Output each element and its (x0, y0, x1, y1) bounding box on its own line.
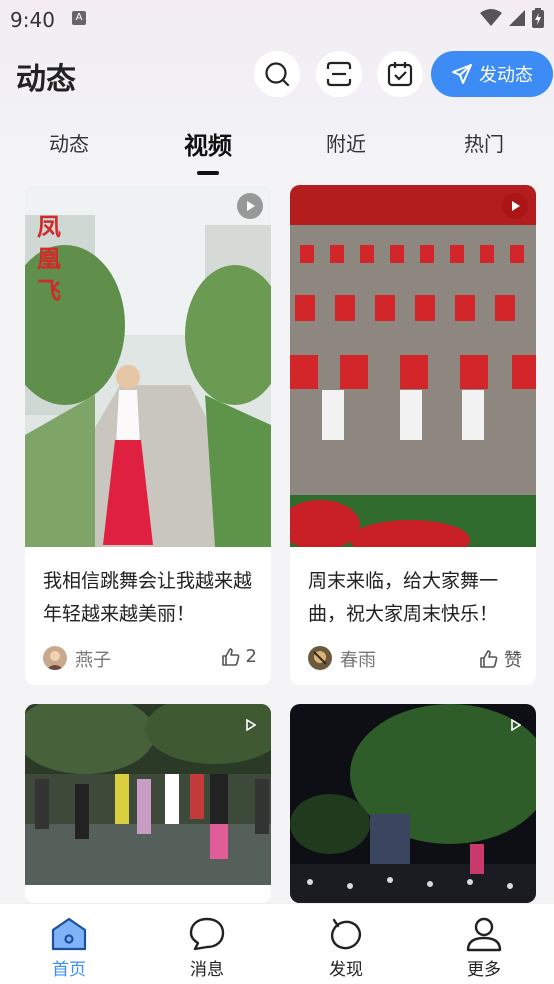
card-text: 周末来临，给大家舞一曲，祝大家周末快乐！ (308, 570, 499, 625)
search-button[interactable] (254, 51, 300, 97)
nav-label: 更多 (467, 960, 501, 980)
video-thumbnail[interactable]: 凤凰飞 (25, 185, 271, 547)
author-name[interactable]: 春雨 (340, 646, 376, 672)
status-icons (480, 8, 544, 28)
nav-home[interactable]: 首页 (29, 904, 109, 984)
tab-bar: 动态 视频 附近 热门 (0, 120, 554, 180)
thumbs-up-icon (221, 647, 239, 666)
like-count: 2 (245, 646, 257, 667)
video-card[interactable] (25, 704, 271, 903)
battery-icon (532, 8, 544, 28)
video-thumbnail[interactable] (290, 704, 536, 903)
search-icon (265, 62, 290, 87)
video-card[interactable]: 凤凰飞 我相信跳舞会让我越来越年轻越来越美丽！ 燕子 2 (25, 185, 271, 685)
profile-icon (466, 917, 502, 952)
author-name[interactable]: 燕子 (75, 646, 111, 672)
video-thumbnail[interactable] (25, 704, 271, 885)
like-button[interactable]: 2 (221, 646, 257, 667)
status-time: 9:40 (10, 8, 55, 32)
wifi-icon (480, 9, 502, 26)
play-badge (237, 193, 263, 219)
nav-more[interactable]: 更多 (444, 904, 524, 984)
scan-button[interactable] (316, 51, 362, 97)
card-text: 我相信跳舞会让我越来越年轻越来越美丽！ (43, 570, 253, 625)
discover-icon (330, 918, 362, 950)
play-icon (247, 201, 255, 211)
tab-video[interactable]: 视频 (184, 126, 232, 161)
status-bar: 9:40 A (0, 0, 554, 40)
tab-nearby[interactable]: 附近 (326, 128, 366, 157)
post-status-button[interactable]: 发动态 (431, 51, 553, 97)
play-badge (237, 712, 263, 738)
post-button-label: 发动态 (479, 65, 533, 86)
play-badge (502, 712, 528, 738)
send-icon (452, 64, 472, 84)
nav-discover[interactable]: 发现 (306, 904, 386, 984)
tab-indicator (197, 171, 219, 175)
play-icon (512, 201, 520, 211)
thumbs-up-icon (480, 650, 498, 668)
tab-hot[interactable]: 热门 (464, 128, 504, 157)
nav-label: 发现 (329, 960, 363, 980)
calendar-check-icon (387, 62, 413, 87)
card-footer: 燕子 2 (43, 645, 257, 673)
video-thumbnail[interactable] (290, 185, 536, 547)
message-icon (189, 917, 225, 951)
like-button[interactable]: 赞 (480, 646, 522, 672)
nav-messages[interactable]: 消息 (167, 904, 247, 984)
play-icon (511, 719, 521, 731)
card-footer: 春雨 赞 (308, 645, 522, 673)
video-card[interactable]: 周末来临，给大家舞一曲，祝大家周末快乐！ 春雨 赞 (290, 185, 536, 685)
thumb-caption: 凤凰飞 (37, 213, 61, 305)
play-icon (246, 719, 256, 731)
checkin-button[interactable] (377, 51, 423, 97)
scan-icon (326, 61, 352, 87)
home-icon (51, 917, 87, 951)
notification-icon: A (72, 11, 86, 25)
avatar[interactable] (308, 646, 332, 670)
like-count: 赞 (504, 650, 522, 671)
page-title: 动态 (16, 62, 76, 97)
video-card[interactable] (290, 704, 536, 903)
nav-label: 消息 (190, 960, 224, 980)
signal-icon (509, 10, 525, 26)
tab-dynamic[interactable]: 动态 (49, 128, 89, 157)
bottom-nav: 首页 消息 发现 更多 (0, 903, 554, 984)
nav-label: 首页 (52, 960, 86, 980)
avatar[interactable] (43, 646, 67, 670)
play-badge (502, 193, 528, 219)
